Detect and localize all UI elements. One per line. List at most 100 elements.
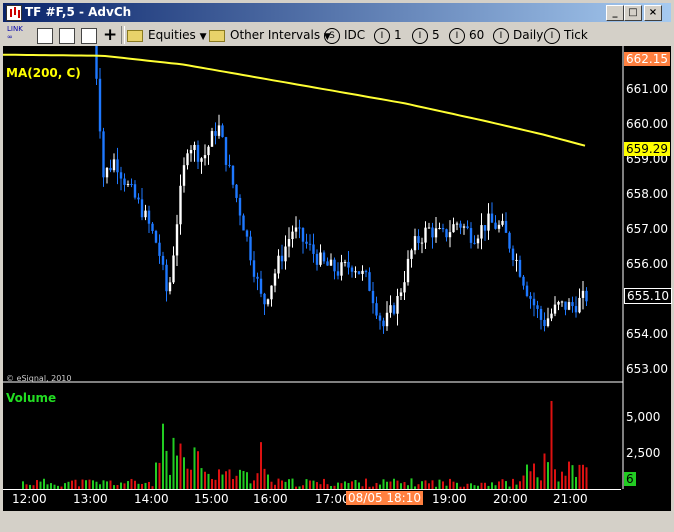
volume-bar: [403, 482, 406, 489]
volume-bar: [67, 481, 70, 489]
candle-body: [403, 282, 406, 293]
candle-body: [312, 244, 315, 254]
interval-icon: I: [374, 27, 390, 44]
candle-body: [343, 261, 347, 263]
equities-label: Equities: [148, 28, 196, 42]
candle-body: [473, 242, 476, 244]
candle-body: [455, 223, 459, 225]
interval-5-button[interactable]: I5: [412, 27, 440, 44]
link-button[interactable]: LINK ∞: [7, 25, 23, 41]
add-study-icon[interactable]: +: [103, 27, 117, 44]
volume-bar: [109, 480, 112, 489]
title-bar[interactable]: TF #F,5 - AdvCh _ □ ×: [3, 3, 671, 22]
cursor-time-marker: 08/05 18:10: [346, 491, 423, 505]
candle-body: [116, 159, 119, 173]
candle-body: [476, 238, 480, 244]
link-chain-icon: ∞: [7, 33, 13, 41]
candle-body: [480, 225, 483, 239]
volume-bar: [550, 400, 553, 489]
volume-bar: [505, 481, 507, 489]
interval-60-button[interactable]: I 60: [449, 27, 484, 44]
time-tick: 16:00: [253, 492, 288, 506]
interval-1-button[interactable]: I1: [374, 27, 402, 44]
volume-bar: [106, 481, 108, 489]
copy-icon[interactable]: [37, 28, 53, 44]
candle-body: [399, 292, 403, 297]
candle-body: [298, 227, 301, 229]
volume-bar: [351, 481, 353, 489]
volume-bar: [281, 480, 283, 489]
candle-body: [427, 227, 431, 229]
volume-bar: [424, 480, 427, 489]
candle-body: [189, 149, 193, 154]
price-volume-chart[interactable]: [3, 46, 671, 489]
candle-body: [469, 228, 473, 243]
candle-body: [329, 259, 333, 266]
volume-bar: [102, 480, 105, 489]
volume-bar: [547, 462, 549, 489]
close-button[interactable]: ×: [644, 5, 662, 21]
candle-body: [585, 290, 588, 302]
candle-body: [277, 255, 280, 274]
idc-button[interactable]: S IDC: [324, 27, 366, 44]
print-icon[interactable]: [59, 28, 75, 44]
volume-bar: [568, 461, 570, 489]
volume-bar: [235, 475, 238, 489]
maximize-button[interactable]: □: [624, 5, 642, 21]
candle-body: [200, 158, 203, 162]
candle-body: [98, 78, 102, 132]
tick-button[interactable]: I Tick: [544, 27, 588, 44]
other-intervals-label: Other Intervals: [230, 28, 321, 42]
minimize-button[interactable]: _: [606, 5, 624, 21]
chart-app-icon: [6, 5, 22, 21]
chart-area[interactable]: MA(200, C) © eSignal, 2010 Volume 662.15…: [3, 46, 672, 511]
candle-body: [238, 197, 242, 216]
candle-body: [305, 241, 308, 244]
candle-body: [308, 243, 312, 245]
time-tick: 21:00: [553, 492, 588, 506]
daily-button[interactable]: I Daily: [493, 27, 543, 44]
candle-body: [445, 229, 448, 238]
volume-bar: [172, 437, 175, 489]
candle-body: [350, 267, 354, 272]
toolbar-separator: [121, 26, 125, 44]
candle-body: [322, 252, 326, 262]
volume-bar: [438, 479, 441, 489]
candle-body: [256, 276, 259, 279]
volume-bar: [323, 478, 325, 489]
current-price-marker: 662.15: [624, 52, 670, 66]
candle-body: [252, 260, 256, 277]
volume-marker: 6: [624, 472, 636, 486]
candle-body: [560, 301, 564, 303]
equities-menu[interactable]: Equities ▼: [127, 27, 207, 43]
volume-bar: [498, 481, 500, 489]
candle-body: [574, 306, 578, 313]
idc-label: IDC: [344, 28, 366, 42]
candle-body: [228, 164, 231, 166]
candle-body: [385, 312, 389, 327]
candle-body: [483, 225, 487, 231]
properties-icon[interactable]: [81, 28, 97, 44]
time-axis[interactable]: 12:00 13:00 14:00 15:00 16:00 17:00 08/0…: [3, 489, 671, 511]
candle-body: [571, 302, 574, 307]
candle-body: [210, 131, 214, 147]
volume-bar: [277, 478, 280, 489]
other-intervals-menu[interactable]: Other Intervals ▼: [209, 27, 331, 43]
ma-label: MA(200, C): [6, 66, 81, 80]
candle-body: [413, 236, 417, 251]
volume-bar: [557, 481, 560, 489]
candle-body: [546, 318, 550, 327]
copyright-text: © eSignal, 2010: [6, 374, 72, 383]
volume-bar: [431, 480, 434, 489]
candle-body: [165, 264, 168, 292]
volume-bar: [85, 480, 87, 489]
candle-body: [144, 210, 147, 218]
volume-bar: [242, 470, 245, 489]
time-axis-line: [3, 489, 621, 490]
price-tick: 653.00: [626, 362, 668, 376]
interval-5-label: 5: [432, 28, 440, 42]
status-bar: [3, 511, 671, 529]
candle-body: [532, 298, 536, 306]
folder-icon: [127, 29, 143, 42]
candle-body: [497, 224, 501, 229]
